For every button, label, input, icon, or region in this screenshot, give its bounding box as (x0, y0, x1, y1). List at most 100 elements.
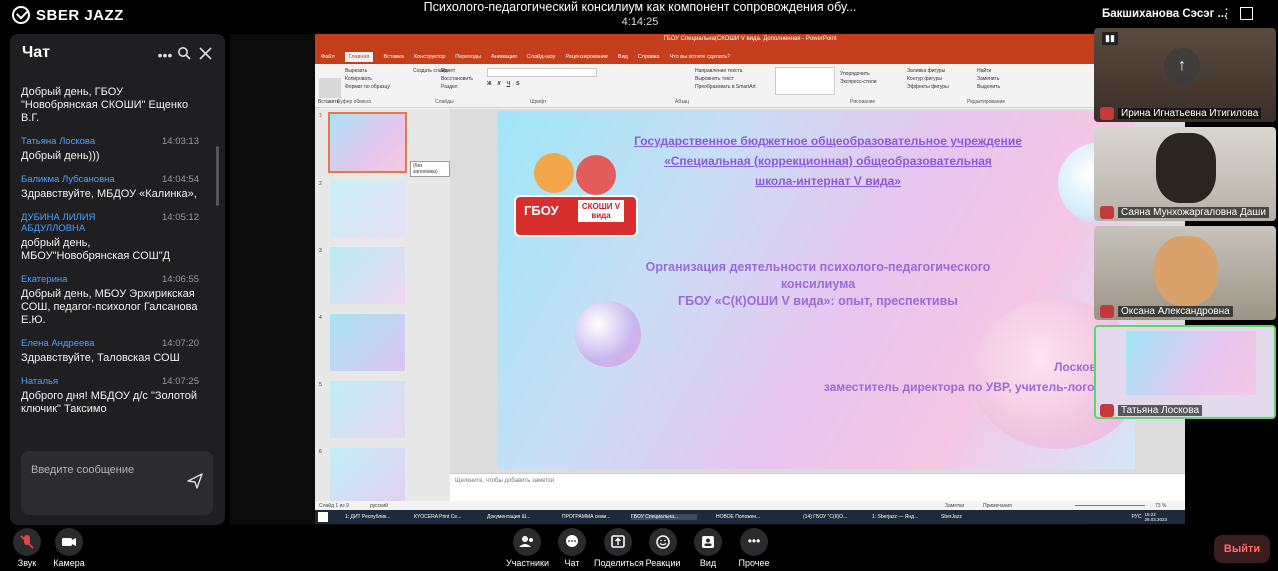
ppt-tab-design[interactable]: Конструктор (414, 54, 445, 60)
zoom-slider[interactable] (1075, 505, 1145, 506)
notes-pane[interactable]: Щелкните, чтобы добавить заметки (450, 473, 1185, 501)
layout-button[interactable]: Макет (441, 67, 473, 75)
chat-scrollbar[interactable] (216, 146, 219, 206)
text-direction-button[interactable]: Направление текста (695, 67, 756, 75)
shape-effects-button[interactable]: Эффекты фигуры (907, 83, 949, 91)
align-text-button[interactable]: Выровнять текст (695, 75, 756, 83)
participant-tile[interactable]: ▮▮ ↑ Ирина Игнатьевна Итигилова (1094, 28, 1276, 122)
tray-language[interactable]: РУС (1131, 514, 1141, 520)
replace-button[interactable]: Заменить (977, 75, 1000, 83)
taskbar-item[interactable]: КYOCERA Print Ce... (414, 514, 484, 520)
ppt-tab-animations[interactable]: Анимация (491, 54, 517, 60)
reset-button[interactable]: Восстановить (441, 75, 473, 83)
expand-icon[interactable] (1240, 7, 1253, 20)
windows-start-icon[interactable] (318, 512, 328, 522)
current-slide[interactable]: ГБОУ СКОШИ V вида Государственное бюджет… (498, 111, 1135, 469)
section-button[interactable]: Раздел (441, 83, 473, 91)
more-icon[interactable]: ••• (156, 46, 174, 64)
language-indicator[interactable]: русский (370, 503, 388, 509)
ppt-tell-me[interactable]: Что вы хотите сделать? (669, 54, 730, 60)
taskbar-item[interactable]: 1: ДИТ Республик... (345, 514, 411, 520)
smile-icon[interactable] (649, 528, 677, 556)
message-author[interactable]: Татьяна Лоскова (21, 136, 95, 147)
more-icon[interactable]: ••• (740, 528, 768, 556)
sound-label: Звук (17, 558, 37, 568)
more-control[interactable]: ••• Прочее (736, 528, 772, 568)
taskbar-item[interactable]: Документация Ш... (487, 514, 559, 520)
taskbar-item[interactable]: (14) ГБОУ "С(К)О... (803, 514, 869, 520)
search-icon[interactable] (175, 46, 193, 64)
paste-icon[interactable] (319, 78, 341, 98)
slide-thumbnail[interactable] (328, 112, 407, 173)
share-control[interactable]: Поделиться (594, 528, 644, 568)
view-icon[interactable] (694, 528, 722, 556)
select-button[interactable]: Выделить (977, 83, 1000, 91)
camera-control[interactable]: Камера (52, 528, 86, 568)
taskbar-item[interactable]: ПРОГРАММА семи... (562, 514, 628, 520)
taskbar-item[interactable]: SberJazz (941, 514, 981, 520)
ppt-tab-insert[interactable]: Вставка (383, 54, 403, 60)
bold-icon[interactable]: Ж (487, 81, 492, 89)
font-name-select[interactable] (487, 68, 597, 77)
notes-toggle[interactable]: Заметки (945, 503, 964, 509)
message-author[interactable]: Екатерина (21, 274, 67, 285)
ppt-tab-slideshow[interactable]: Слайд-шоу (527, 54, 556, 60)
participant-tile[interactable]: Оксана Александровна (1094, 226, 1276, 320)
up-arrow-icon[interactable]: ↑ (1164, 48, 1200, 84)
send-icon[interactable] (187, 473, 203, 489)
view-control[interactable]: Вид (694, 528, 722, 568)
message-author[interactable]: Баликма Лубсановна (21, 174, 115, 185)
share-screen-icon[interactable] (604, 528, 632, 556)
slide-topic: Организация деятельности психолого-педаг… (598, 259, 1038, 310)
strike-icon[interactable]: S (516, 81, 519, 89)
quick-styles-button[interactable]: Экспресс-стили (840, 78, 877, 86)
copy-button[interactable]: Копировать (345, 75, 390, 83)
sound-control[interactable]: Звук (12, 528, 42, 568)
ppt-tab-file[interactable]: Файл (321, 54, 335, 60)
ppt-status-bar: Слайд 1 из 9 русский Заметки Примечания … (315, 501, 1185, 510)
chat-icon[interactable] (558, 528, 586, 556)
ppt-tab-home[interactable]: Главная (344, 52, 374, 62)
message-author[interactable]: Елена Андреева (21, 338, 95, 349)
taskbar-item[interactable]: 1: Sberjazz — Янд... (872, 514, 938, 520)
arrange-button[interactable]: Упорядочить (840, 70, 877, 78)
close-icon[interactable] (196, 46, 214, 64)
slide-thumbnail[interactable] (330, 180, 405, 237)
smartart-button[interactable]: Преобразовать в SmartArt (695, 83, 756, 91)
ppt-tab-help[interactable]: Справка (638, 54, 660, 60)
underline-icon[interactable]: Ч (507, 81, 511, 89)
leave-button[interactable]: Выйти (1214, 535, 1270, 563)
ppt-tab-view[interactable]: Вид (618, 54, 628, 60)
italic-icon[interactable]: К (498, 81, 501, 89)
shape-outline-button[interactable]: Контур фигуры (907, 75, 949, 83)
message-author[interactable]: Наталья (21, 376, 58, 387)
more-icon[interactable]: ⋮ (1220, 6, 1233, 22)
slide-thumbnail[interactable] (330, 314, 405, 371)
ppt-tab-transitions[interactable]: Переходы (455, 54, 481, 60)
people-icon[interactable] (513, 528, 541, 556)
format-painter-button[interactable]: Формат по образцу (345, 83, 390, 91)
slide-thumbnail[interactable] (330, 247, 405, 304)
chat-message-list[interactable]: Добрый день, ГБОУ "Новобрянская СКОШИ" Е… (10, 86, 210, 446)
comments-toggle[interactable]: Примечания (983, 503, 1012, 509)
shape-fill-button[interactable]: Заливка фигуры (907, 67, 949, 75)
chat-control[interactable]: Чат (558, 528, 586, 568)
mic-off-icon[interactable] (13, 528, 41, 556)
cut-button[interactable]: Вырезать (345, 67, 390, 75)
shapes-gallery[interactable] (775, 67, 835, 95)
message-author[interactable]: ДУБИНА ЛИЛИЯ АБДУЛЛОВНА (21, 212, 162, 234)
slide-thumbnail[interactable] (330, 448, 405, 501)
slide-thumbnail-pane[interactable]: 1 (без заголовка) 2 3 4 5 6 (315, 109, 450, 501)
participants-control[interactable]: Участники (506, 528, 549, 568)
taskbar-item-active[interactable]: ГБОУ Специальна... (631, 514, 697, 520)
find-button[interactable]: Найти (977, 67, 1000, 75)
participant-tile-active[interactable]: Татьяна Лоскова (1094, 325, 1276, 419)
ppt-tab-review[interactable]: Рецензирование (565, 54, 607, 60)
slide-thumbnail[interactable] (330, 381, 405, 438)
zoom-level[interactable]: 73 % (1155, 503, 1166, 509)
taskbar-item[interactable]: НОВОЕ Положен... (716, 514, 786, 520)
message-input[interactable]: Введите сообщение (21, 451, 213, 515)
reactions-control[interactable]: Реакции (644, 528, 682, 568)
camera-icon[interactable] (55, 528, 83, 556)
participant-tile[interactable]: Саяна Мунхожаргаловна Даши (1094, 127, 1276, 221)
